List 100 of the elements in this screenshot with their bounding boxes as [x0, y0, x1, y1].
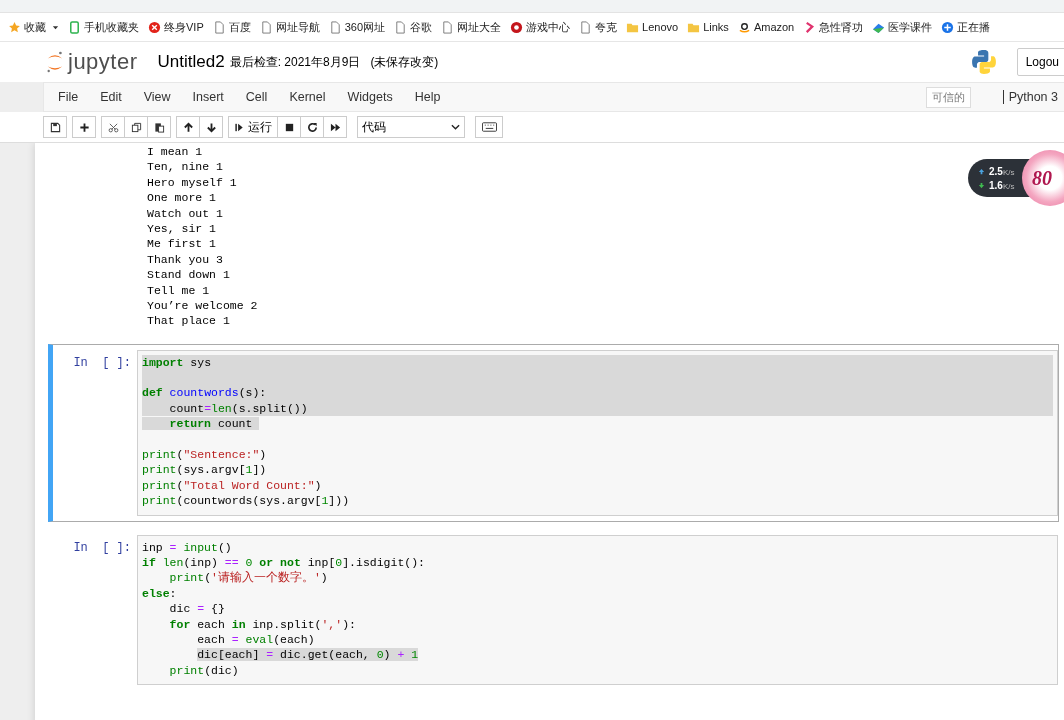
code-cell[interactable]: In [ ]: import sys def countwords(s): count=len(s.split()) return count print("Sentence:") print(sys.argv[1]) print("Total Word Count:") print(countwords(sys.argv[1])) — [48, 343, 1059, 522]
jupyter-wordmark: jupyter — [68, 49, 138, 75]
move-down-button[interactable] — [199, 116, 223, 138]
page-icon — [579, 20, 593, 34]
output-line: Tell me 1 — [147, 283, 210, 297]
jupyter-logo-icon — [46, 50, 64, 74]
bookmark-item[interactable]: 夸克 — [579, 19, 618, 35]
page-icon — [212, 20, 226, 34]
python-logo-icon — [970, 49, 997, 75]
down-arrow-icon — [978, 181, 985, 189]
code-cell[interactable]: In [ ]: inp = input() if len(inp) == 0 or not inp[0].isdigit(): print('请输入一个数字。') else: dic = {} for each in inp.split(','): each = eval(each) dic[each] = dic.get(each, 0) + 1 print(dic) — [48, 528, 1059, 692]
x-circle-icon — [148, 20, 161, 34]
copy-button[interactable] — [124, 116, 148, 138]
run-all-button[interactable] — [323, 116, 347, 138]
up-arrow-icon — [978, 167, 985, 175]
code-line: print(countwords(sys.argv[1])) — [142, 494, 350, 508]
notebook-title[interactable]: Untitled2 — [157, 52, 225, 72]
bookmark-item[interactable]: 手机收藏夹 — [68, 19, 139, 35]
bookmark-item[interactable]: 360网址 — [328, 19, 386, 35]
bookmark-item[interactable]: 游戏中心 — [510, 19, 571, 35]
stop-button[interactable] — [277, 116, 301, 138]
phone-icon — [68, 20, 81, 34]
code-editor[interactable]: inp = input() if len(inp) == 0 or not inp[0].isdigit(): print('请输入一个数字。') else: dic = {} for each in inp.split(','): each = eval(each) dic[each] = dic.get(each, 0) + 1 print(dic) — [137, 534, 1058, 686]
plus-icon — [78, 121, 90, 133]
menu-item[interactable]: File — [44, 90, 90, 104]
output-line: You’re welcome 2 — [147, 298, 258, 312]
bookmark-item[interactable]: Links — [687, 20, 729, 34]
code-line: def countwords(s): — [142, 386, 267, 400]
download-speed: 1.6K/s — [989, 179, 1015, 191]
bookmark-item[interactable]: 网址导航 — [259, 19, 320, 35]
page-icon — [259, 20, 273, 34]
move-up-button[interactable] — [176, 116, 200, 138]
page-icon — [441, 20, 455, 34]
bookmark-item[interactable]: 终身VIP — [148, 19, 204, 35]
menu-item[interactable]: Cell — [234, 90, 279, 104]
add-cell-button[interactable] — [72, 116, 96, 138]
output-line: Stand down 1 — [147, 268, 230, 282]
code-line: each = eval(each) — [196, 632, 315, 646]
paste-icon — [153, 121, 165, 133]
code-line: print("Total Word Count:") — [142, 478, 322, 492]
bookmark-item[interactable]: 医学课件 — [872, 19, 933, 35]
menu-item[interactable]: Insert — [181, 90, 235, 104]
output-line: Hero myself 1 — [147, 175, 237, 189]
menu-item[interactable]: Widgets — [336, 90, 404, 104]
bookmark-item[interactable]: 谷歌 — [394, 19, 433, 35]
code-line: import sys — [142, 355, 212, 369]
refresh-icon — [306, 121, 318, 133]
logout-button[interactable]: Logou — [1016, 48, 1064, 76]
star-icon — [8, 20, 21, 34]
step-play-icon — [234, 121, 245, 133]
output-line: Watch out 1 — [147, 206, 223, 220]
menu-item[interactable]: Help — [403, 90, 452, 104]
page-icon — [394, 20, 408, 34]
code-line: count=len(s.split()) — [168, 401, 308, 415]
save-button[interactable] — [43, 116, 67, 138]
bookmark-item[interactable]: 百度 — [212, 19, 251, 35]
cell-type-dropdown[interactable]: 代码 — [357, 116, 465, 138]
chevron-down-icon — [451, 124, 460, 130]
menu-item[interactable]: Kernel — [278, 90, 337, 104]
kernel-name: Python 3 — [1002, 90, 1058, 104]
fast-forward-icon — [329, 121, 341, 133]
code-line: dic = {} — [168, 602, 225, 616]
code-line: else: — [142, 586, 177, 600]
run-button[interactable]: 运行 — [228, 116, 278, 138]
code-line: if len(inp) == 0 or not inp[0].isdigit(): — [142, 556, 426, 569]
bookmark-item[interactable]: 急性肾功 — [803, 19, 864, 35]
menu-item[interactable]: View — [132, 90, 182, 104]
game-icon — [510, 20, 524, 34]
ribbon-icon — [803, 20, 817, 34]
cut-button[interactable] — [101, 116, 125, 138]
output-line: Yes, sir 1 — [147, 221, 216, 235]
code-line: print(dic) — [168, 663, 239, 677]
restart-button[interactable] — [300, 116, 324, 138]
bookmark-item[interactable]: 正在播 — [941, 19, 991, 35]
code-line: print('请输入一个数字。') — [168, 571, 328, 585]
plus-circle-icon — [941, 20, 955, 34]
output-line: That place 1 — [147, 314, 230, 328]
copy-icon — [130, 121, 142, 133]
bookmark-item[interactable]: 收藏 — [8, 19, 59, 35]
keyboard-icon — [481, 122, 497, 132]
code-line: for each in inp.split(','): — [168, 617, 356, 631]
trusted-badge[interactable]: 可信的 — [925, 86, 971, 108]
menu-item[interactable]: Edit — [89, 90, 133, 104]
output-line: I mean 1 — [147, 145, 203, 158]
bookmark-item[interactable]: 网址大全 — [441, 19, 502, 35]
code-editor[interactable]: import sys def countwords(s): count=len(s.split()) return count print("Sentence:") print(sys.argv[1]) print("Total Word Count:") print(countwords(sys.argv[1])) — [137, 349, 1058, 516]
unsaved-status: (未保存改变) — [370, 53, 439, 71]
bookmark-item[interactable]: Lenovo — [626, 20, 679, 34]
bookmark-item[interactable]: Amazon — [737, 20, 795, 34]
output-line: Thank you 3 — [147, 252, 223, 266]
paste-button[interactable] — [147, 116, 171, 138]
checkpoint-text: 最后检查: 2021年8月9日 — [229, 53, 361, 71]
code-line: print("Sentence:") — [142, 448, 267, 462]
code-line: inp = input() — [142, 540, 232, 554]
upload-speed: 2.5K/s — [989, 165, 1015, 177]
smile-arrow-icon — [737, 20, 751, 34]
arrow-up-icon — [182, 121, 194, 133]
input-prompt: In [ ]: — [72, 539, 132, 555]
keyboard-button[interactable] — [475, 116, 503, 138]
scissors-icon — [107, 121, 119, 133]
